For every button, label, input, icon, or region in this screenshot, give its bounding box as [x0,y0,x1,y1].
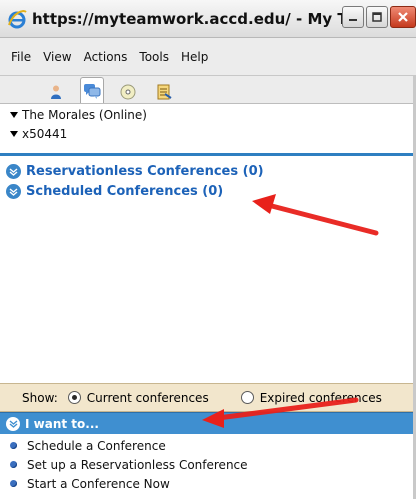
cd-disc-icon [120,84,136,99]
menu-help[interactable]: Help [180,48,209,66]
expired-conferences-option[interactable]: Expired conferences [240,390,382,405]
menu-bar: File View Actions Tools Help [0,38,416,76]
scheduled-conferences-row[interactable]: Scheduled Conferences (0) [6,181,416,201]
reservationless-conference-label: Set up a Reservationless Conference [27,457,248,472]
expired-conferences-radio[interactable] [240,391,254,404]
person-icon [51,85,61,99]
i-want-to-title: I want to... [25,416,99,431]
bullet-icon [10,461,17,468]
tab-conferences[interactable] [80,77,104,103]
schedule-conference-label: Schedule a Conference [27,438,166,453]
close-button[interactable] [390,6,416,28]
current-conferences-radio[interactable] [67,391,81,404]
conference-icon [84,83,101,99]
bullet-icon [10,442,17,449]
status-area: The Morales (Online) x50441 [0,105,416,155]
show-filter-bar: Show: Current conferences Expired confer… [0,383,416,412]
minimize-button[interactable] [342,6,364,28]
close-icon [398,12,408,22]
show-label: Show: [22,390,58,405]
start-conference-label: Start a Conference Now [27,476,170,491]
conferences-panel: Reservationless Conferences (0) Schedule… [0,153,416,380]
maximize-icon [372,12,382,22]
chevron-down-icon [6,183,21,199]
user-status-row[interactable]: The Morales (Online) [10,105,416,124]
current-conferences-label: Current conferences [86,390,209,405]
tab-contacts[interactable] [44,79,68,103]
menu-file[interactable]: File [10,48,32,66]
start-conference-link[interactable]: Start a Conference Now [10,474,416,493]
menu-view[interactable]: View [42,48,72,66]
extension-row[interactable]: x50441 [10,124,416,143]
document-icon [157,84,172,99]
current-conferences-option[interactable]: Current conferences [67,390,209,405]
bullet-icon [10,480,17,487]
reservationless-conference-link[interactable]: Set up a Reservationless Conference [10,455,416,474]
window-titlebar[interactable]: https://myteamwork.accd.edu/ - My T... [0,0,416,38]
expand-triangle-icon [10,130,18,137]
chevron-down-icon [6,163,21,179]
schedule-conference-link[interactable]: Schedule a Conference [10,436,416,455]
minimize-icon [349,19,357,21]
window-title: https://myteamwork.accd.edu/ - My T... [32,9,347,28]
expand-triangle-icon [10,111,18,118]
chevron-down-icon [6,416,20,431]
maximize-button[interactable] [366,6,388,28]
tab-documents[interactable] [152,79,176,103]
i-want-to-header[interactable]: I want to... [0,412,416,434]
menu-actions[interactable]: Actions [83,48,129,66]
tab-bar [0,76,416,104]
internet-explorer-icon [6,8,28,30]
tab-media[interactable] [116,79,140,103]
user-status: The Morales (Online) [22,107,147,122]
i-want-to-list: Schedule a Conference Set up a Reservati… [0,434,416,499]
expired-conferences-label: Expired conferences [259,390,382,405]
reservationless-conferences-row[interactable]: Reservationless Conferences (0) [6,161,416,181]
menu-tools[interactable]: Tools [138,48,170,66]
reservationless-conferences-label: Reservationless Conferences (0) [26,163,264,179]
extension-number: x50441 [22,126,68,141]
scheduled-conferences-label: Scheduled Conferences (0) [26,183,224,199]
